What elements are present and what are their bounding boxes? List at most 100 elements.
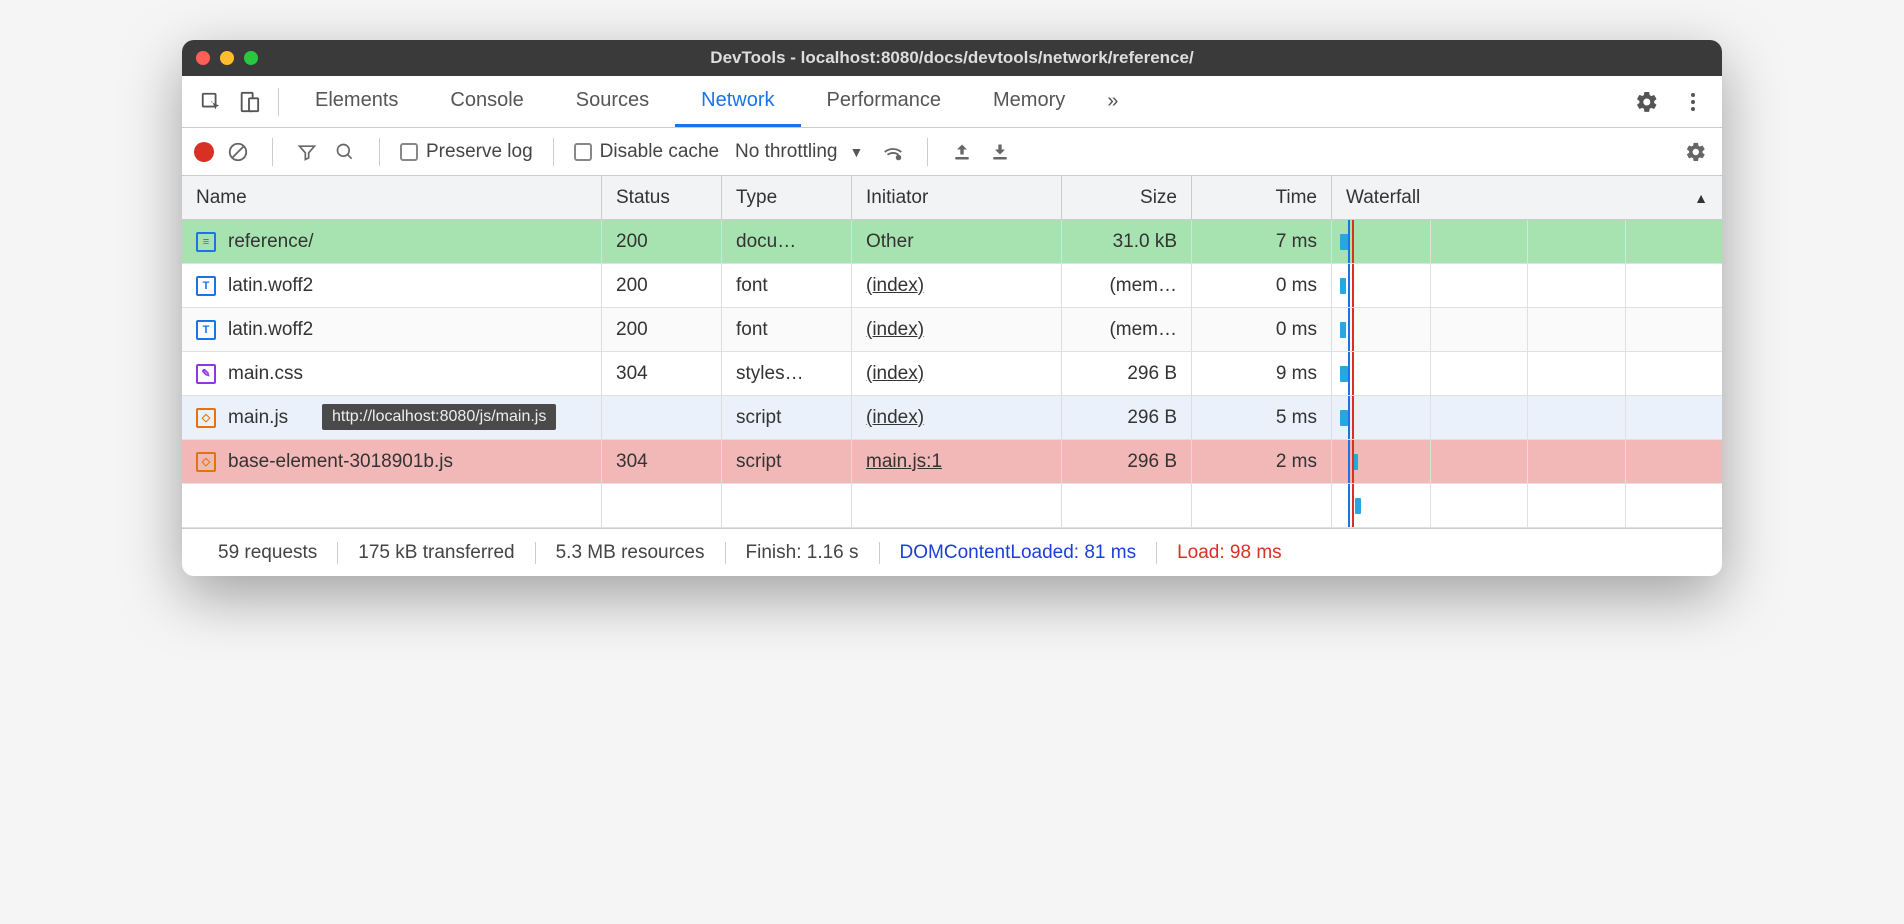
window-title: DevTools - localhost:8080/docs/devtools/…: [710, 48, 1193, 68]
cell-name[interactable]: Tlatin.woff2: [182, 308, 602, 351]
more-tabs-icon[interactable]: »: [1091, 90, 1134, 113]
cell-name[interactable]: ◇main.jshttp://localhost:8080/js/main.js: [182, 396, 602, 439]
initiator-link[interactable]: (index): [866, 363, 924, 385]
cell-time: 7 ms: [1192, 220, 1332, 263]
settings-icon[interactable]: [1628, 83, 1666, 121]
cell-name[interactable]: Tlatin.woff2: [182, 264, 602, 307]
column-status[interactable]: Status: [602, 176, 722, 219]
initiator-link[interactable]: main.js:1: [866, 451, 942, 473]
cell-name[interactable]: ≡ reference/: [182, 220, 602, 263]
request-name: reference/: [228, 231, 314, 253]
cell-status: 200: [602, 220, 722, 263]
disable-cache-checkbox[interactable]: Disable cache: [574, 141, 719, 163]
table-header: Name Status Type Initiator Size Time Wat…: [182, 176, 1722, 220]
cell-size: 31.0 kB: [1062, 220, 1192, 263]
request-row[interactable]: Tlatin.woff2200font(index)(mem…0 ms: [182, 308, 1722, 352]
maximize-window-button[interactable]: [244, 51, 258, 65]
cell-time: 0 ms: [1192, 264, 1332, 307]
cell-initiator[interactable]: (index): [852, 352, 1062, 395]
tab-performance[interactable]: Performance: [801, 76, 968, 127]
network-conditions-icon[interactable]: [879, 138, 907, 166]
cell-time: 9 ms: [1192, 352, 1332, 395]
cell-initiator[interactable]: (index): [852, 308, 1062, 351]
request-row[interactable]: ✎main.css304styles…(index)296 B9 ms: [182, 352, 1722, 396]
disable-cache-label: Disable cache: [600, 141, 719, 163]
checkbox-icon: [400, 143, 418, 161]
tab-console[interactable]: Console: [424, 76, 549, 127]
cell-waterfall: [1332, 396, 1722, 439]
cell-name[interactable]: ✎main.css: [182, 352, 602, 395]
request-name: base-element-3018901b.js: [228, 451, 453, 473]
request-row[interactable]: ◇main.jshttp://localhost:8080/js/main.js…: [182, 396, 1722, 440]
preserve-log-label: Preserve log: [426, 141, 533, 163]
column-initiator[interactable]: Initiator: [852, 176, 1062, 219]
caret-down-icon: ▼: [849, 144, 863, 160]
cell-size: 296 B: [1062, 396, 1192, 439]
initiator-link[interactable]: (index): [866, 407, 924, 429]
cell-time: 2 ms: [1192, 440, 1332, 483]
tab-network[interactable]: Network: [675, 76, 800, 127]
cell-initiator[interactable]: (index): [852, 264, 1062, 307]
tab-sources[interactable]: Sources: [550, 76, 675, 127]
record-button[interactable]: [194, 142, 214, 162]
network-settings-icon[interactable]: [1682, 138, 1710, 166]
sort-ascending-icon: ▲: [1694, 190, 1708, 206]
status-finish: Finish: 1.16 s: [726, 542, 880, 564]
document-icon: ≡: [196, 232, 216, 252]
throttling-select[interactable]: No throttling ▼: [729, 141, 869, 163]
request-name: latin.woff2: [228, 319, 313, 341]
statusbar: 59 requests 175 kB transferred 5.3 MB re…: [182, 528, 1722, 576]
divider: [278, 88, 279, 116]
preserve-log-checkbox[interactable]: Preserve log: [400, 141, 533, 163]
font-icon: T: [196, 320, 216, 340]
status-transferred: 175 kB transferred: [338, 542, 535, 564]
upload-har-icon[interactable]: [948, 138, 976, 166]
cell-type: font: [722, 308, 852, 351]
minimize-window-button[interactable]: [220, 51, 234, 65]
search-icon[interactable]: [331, 138, 359, 166]
tab-elements[interactable]: Elements: [289, 76, 424, 127]
tab-memory[interactable]: Memory: [967, 76, 1091, 127]
request-row[interactable]: Tlatin.woff2200font(index)(mem…0 ms: [182, 264, 1722, 308]
column-size[interactable]: Size: [1062, 176, 1192, 219]
waterfall-bar: [1340, 366, 1348, 382]
column-waterfall[interactable]: Waterfall ▲: [1332, 176, 1722, 219]
divider: [272, 138, 273, 166]
download-har-icon[interactable]: [986, 138, 1014, 166]
cell-initiator: Other: [852, 220, 1062, 263]
kebab-menu-icon[interactable]: [1674, 83, 1712, 121]
cell-name[interactable]: ◇ base-element-3018901b.js: [182, 440, 602, 483]
divider: [927, 138, 928, 166]
inspect-element-icon[interactable]: [192, 83, 230, 121]
clear-icon[interactable]: [224, 138, 252, 166]
cell-waterfall: [1332, 440, 1722, 483]
waterfall-bar: [1340, 322, 1346, 338]
request-row[interactable]: ≡reference/200docu…Other31.0 kB7 ms: [182, 220, 1722, 264]
cell-initiator[interactable]: main.js:1: [852, 440, 1062, 483]
cell-type: script: [722, 396, 852, 439]
initiator-link[interactable]: (index): [866, 319, 924, 341]
device-toolbar-icon[interactable]: [230, 83, 268, 121]
cell-initiator[interactable]: (index): [852, 396, 1062, 439]
request-name: latin.woff2: [228, 275, 313, 297]
filter-icon[interactable]: [293, 138, 321, 166]
traffic-lights: [196, 51, 258, 65]
column-type[interactable]: Type: [722, 176, 852, 219]
tooltip: http://localhost:8080/js/main.js: [322, 404, 556, 430]
devtools-window: DevTools - localhost:8080/docs/devtools/…: [182, 40, 1722, 576]
cell-status: 200: [602, 308, 722, 351]
close-window-button[interactable]: [196, 51, 210, 65]
cell-size: (mem…: [1062, 264, 1192, 307]
font-icon: T: [196, 276, 216, 296]
column-time[interactable]: Time: [1192, 176, 1332, 219]
status-requests: 59 requests: [198, 542, 338, 564]
cell-waterfall: [1332, 308, 1722, 351]
cell-time: 0 ms: [1192, 308, 1332, 351]
cell-type: styles…: [722, 352, 852, 395]
script-icon: ◇: [196, 452, 216, 472]
cell-type: script: [722, 440, 852, 483]
column-name[interactable]: Name: [182, 176, 602, 219]
initiator-link[interactable]: (index): [866, 275, 924, 297]
request-table: ≡reference/200docu…Other31.0 kB7 msTlati…: [182, 220, 1722, 484]
request-row[interactable]: ◇base-element-3018901b.js304scriptmain.j…: [182, 440, 1722, 484]
